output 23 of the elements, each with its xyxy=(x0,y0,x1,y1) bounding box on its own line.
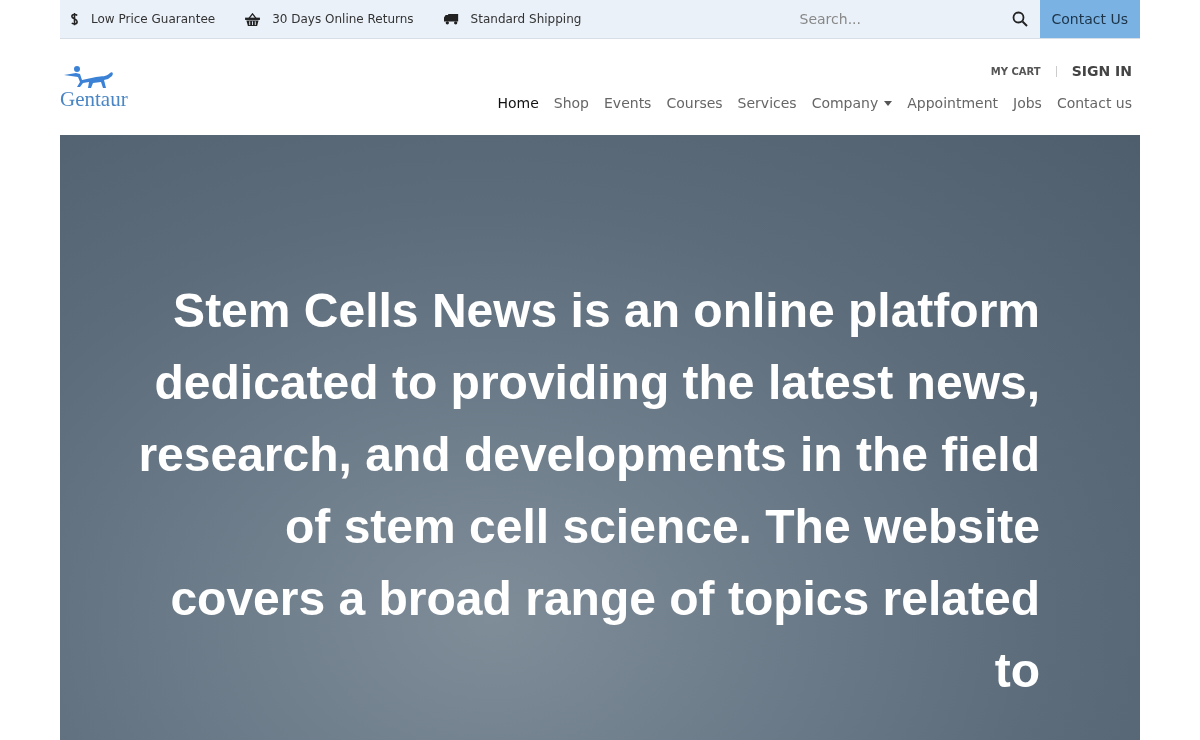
nav-link[interactable]: Services xyxy=(737,95,797,111)
nav-link[interactable]: Events xyxy=(604,95,652,111)
hero-heading: Stem Cells News is an online platform dedicated to providing the latest news, research, and developments in the field of stem cell science. The website covers a broad range of topics related to xyxy=(137,283,1040,699)
nav-link[interactable]: Courses xyxy=(666,95,723,111)
feature-label: 30 Days Online Returns xyxy=(272,12,414,26)
contact-button[interactable]: Contact Us xyxy=(1039,0,1140,38)
nav-link[interactable]: Shop xyxy=(553,95,589,111)
feature-label: Low Price Guarantee xyxy=(91,12,216,26)
feature-label: Standard Shipping xyxy=(470,12,582,26)
nav-link[interactable]: Contact us xyxy=(1056,95,1132,111)
caret-icon xyxy=(884,100,893,106)
logo-text: Gentaur xyxy=(60,88,128,110)
truck-icon xyxy=(443,13,459,25)
sign-in-link[interactable]: SIGN IN xyxy=(1056,63,1132,79)
search-icon[interactable] xyxy=(1011,11,1028,27)
nav-link[interactable]: Jobs xyxy=(1013,95,1042,111)
nav-link[interactable]: Company xyxy=(811,95,893,111)
search-field[interactable]: Search... xyxy=(797,10,1012,28)
nav-link[interactable]: Home xyxy=(497,95,539,111)
basket-icon xyxy=(245,12,261,26)
my-cart-link[interactable]: MY CART xyxy=(990,65,1057,77)
nav-link[interactable]: Appointment xyxy=(907,95,999,111)
dollar-icon xyxy=(70,12,79,26)
